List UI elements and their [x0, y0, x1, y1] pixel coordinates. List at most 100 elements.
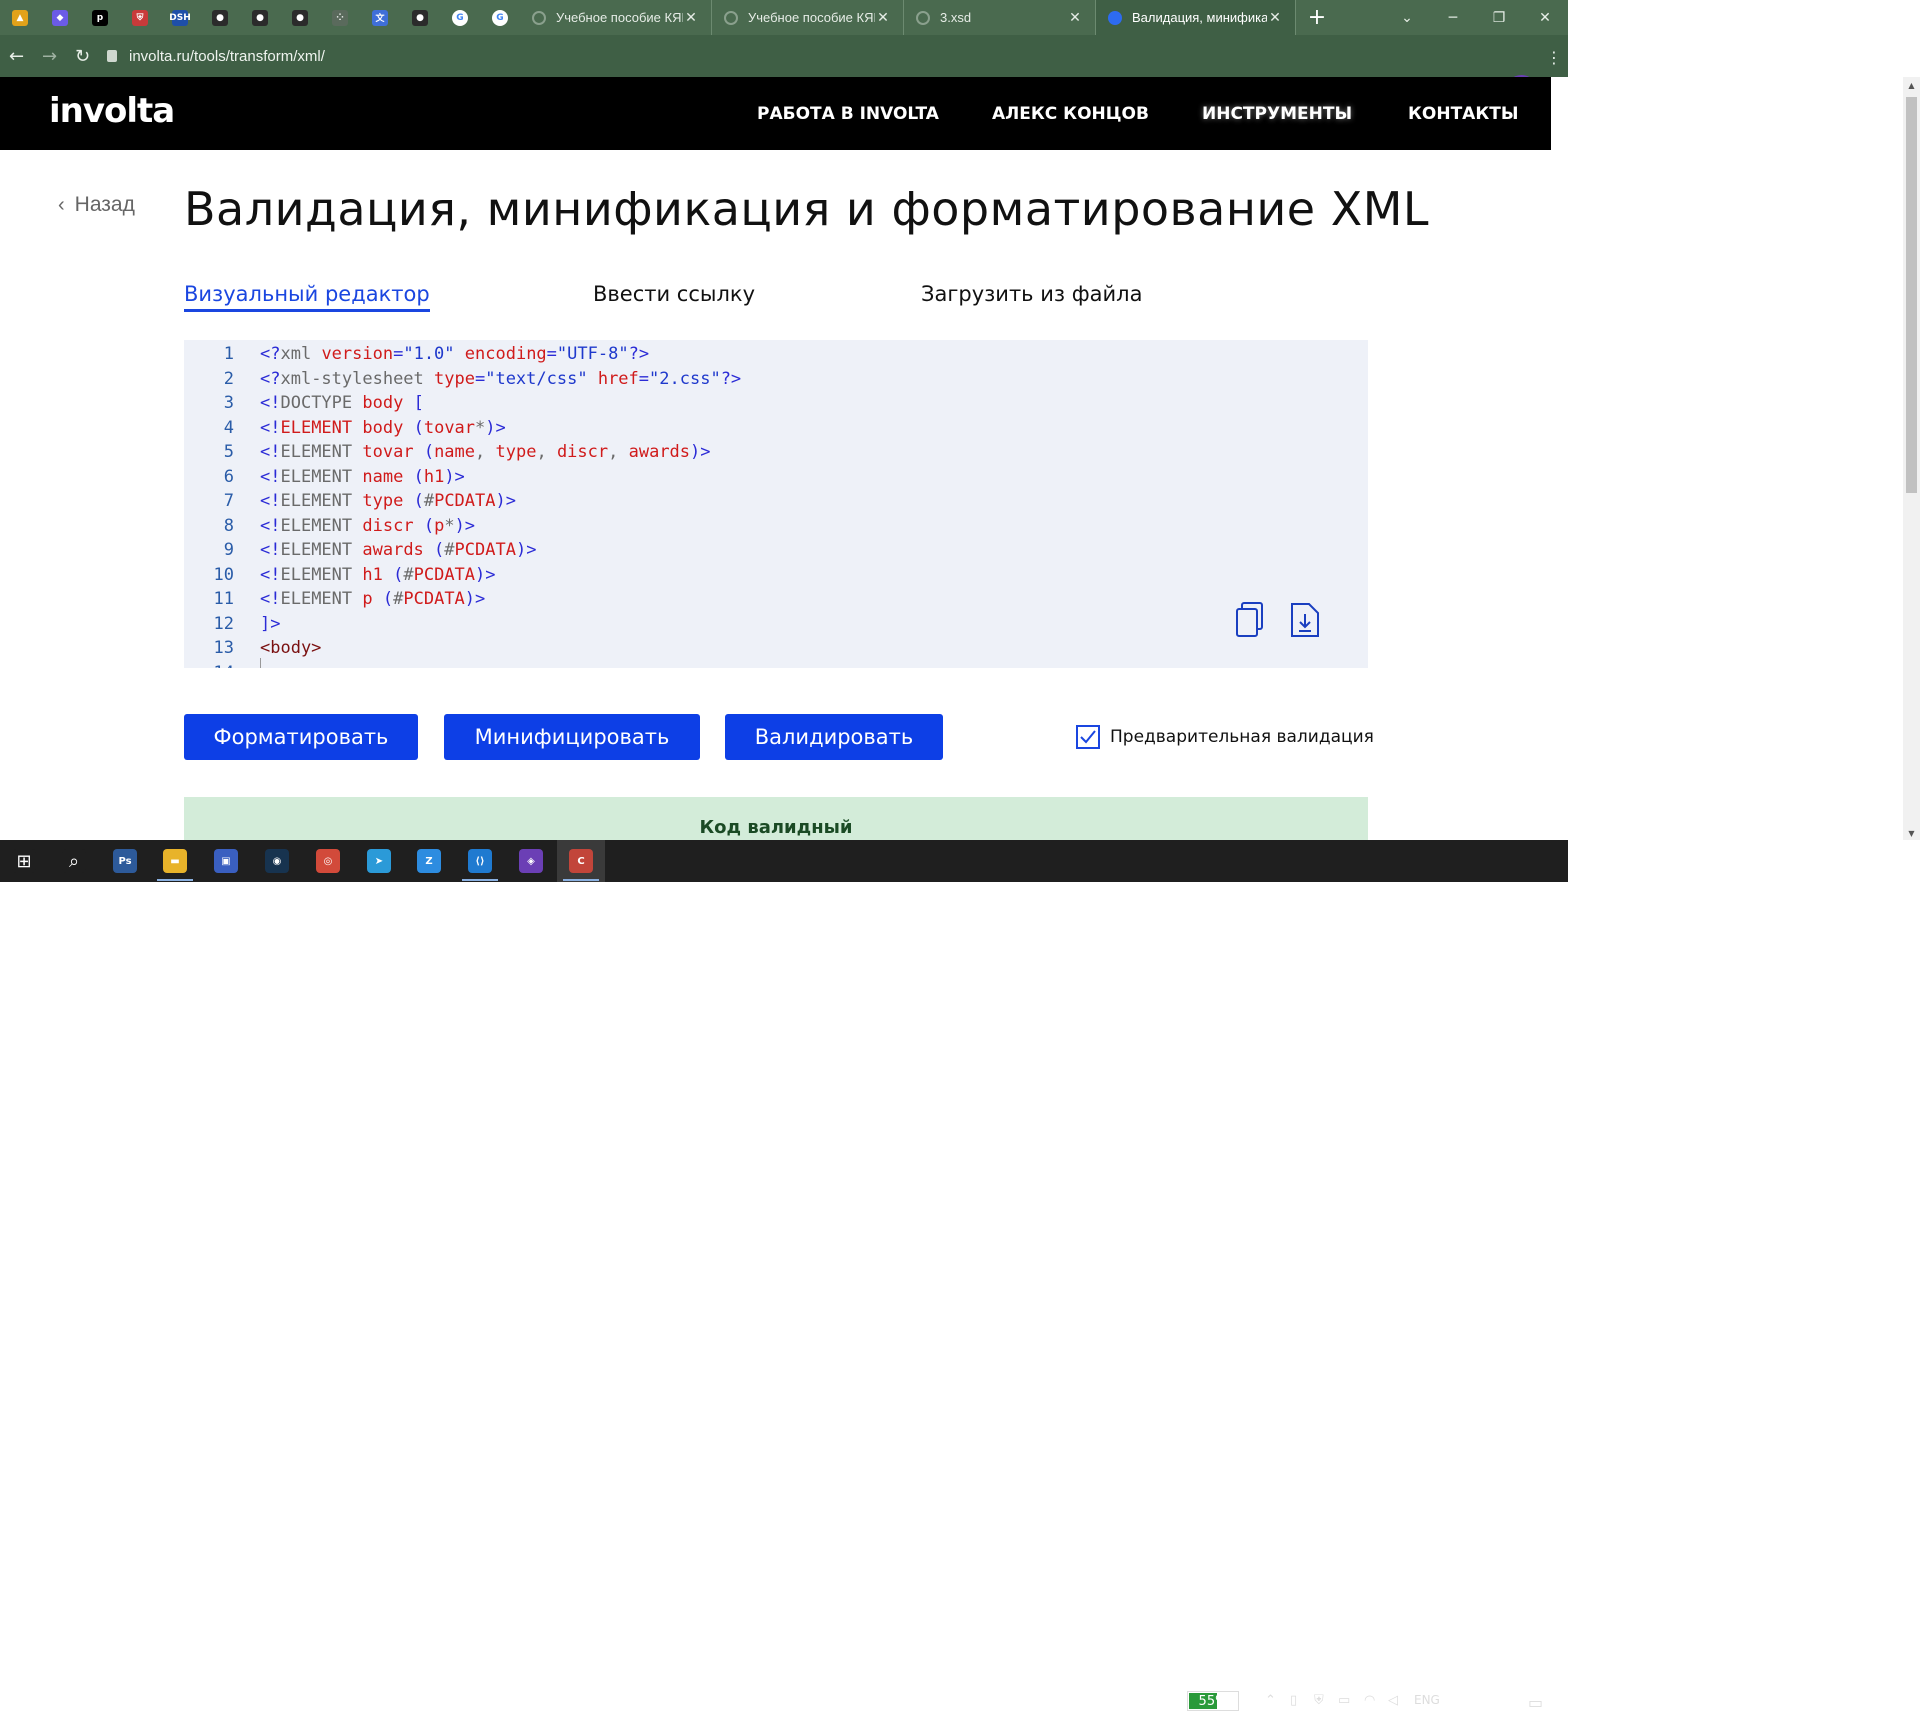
pinned-tab[interactable]: G — [440, 0, 480, 35]
browser-tab[interactable]: 3.xsd ✕ — [904, 0, 1096, 35]
nav-alex-kontsov[interactable]: АЛЕКС КОНЦОВ — [992, 104, 1149, 124]
code-token: "2.css" — [649, 368, 721, 389]
code-line[interactable]: <!ELEMENT name (h1)> — [260, 467, 465, 487]
code-line[interactable]: <!ELEMENT tovar (name, type, discr, awar… — [260, 442, 711, 462]
taskbar-app[interactable]: ◉ — [253, 840, 301, 882]
pinned-tab[interactable]: DSH — [160, 0, 200, 35]
taskbar-app[interactable]: ▬ — [151, 840, 199, 882]
pinned-tab[interactable]: ● — [200, 0, 240, 35]
back-nav-icon[interactable]: ← — [0, 40, 33, 73]
code-line[interactable]: <!ELEMENT h1 (#PCDATA)> — [260, 565, 496, 585]
github-icon: ● — [212, 9, 228, 26]
result-text: Код валидный — [699, 817, 853, 838]
nav-work-at-involta[interactable]: РАБОТА В INVOLTA — [757, 104, 939, 124]
taskbar-app[interactable]: Ps — [101, 840, 149, 882]
url-text[interactable]: involta.ru/tools/transform/xml/ — [129, 48, 325, 65]
code-line[interactable]: <?xml-stylesheet type="text/css" href="2… — [260, 369, 741, 389]
copy-icon[interactable] — [1236, 602, 1266, 638]
omnibox[interactable]: involta.ru/tools/transform/xml/ — [107, 40, 1287, 72]
close-tab-icon[interactable]: ✕ — [875, 9, 891, 26]
page-scrollbar[interactable]: ▲ ▼ — [1903, 77, 1920, 840]
validate-button[interactable]: Валидировать — [725, 714, 943, 760]
code-token: )> — [464, 589, 486, 609]
code-line[interactable]: <!ELEMENT type (#PCDATA)> — [260, 491, 516, 511]
tab-upload-file[interactable]: Загрузить из файла — [921, 282, 1142, 306]
code-token: discr — [556, 442, 609, 462]
photoshop-icon: Ps — [113, 849, 137, 873]
scroll-up-arrow-icon[interactable]: ▲ — [1903, 81, 1920, 90]
volume-icon[interactable]: ◁ — [1388, 1693, 1398, 1708]
minify-button[interactable]: Минифицировать — [444, 714, 700, 760]
code-token: PCDATA — [413, 564, 476, 585]
github-icon: ● — [252, 9, 268, 26]
scrollbar-thumb[interactable] — [1906, 97, 1917, 493]
nav-contacts[interactable]: КОНТАКТЫ — [1408, 104, 1518, 124]
site-logo[interactable]: involta — [49, 91, 175, 131]
power-battery-icon[interactable]: ▭ — [1338, 1693, 1350, 1708]
back-link[interactable]: ‹ Назад — [58, 193, 135, 217]
wifi-icon[interactable]: ◠ — [1364, 1693, 1375, 1708]
close-tab-icon[interactable]: ✕ — [683, 9, 699, 26]
notifications-icon[interactable]: ▭ — [1528, 1693, 1543, 1712]
system-clock[interactable]: 20:39 20.11.2023 — [1455, 1685, 1524, 1719]
pinned-tab[interactable]: 文 — [360, 0, 400, 35]
usb-device-icon[interactable]: ▯ — [1290, 1693, 1297, 1708]
taskbar-app[interactable]: ▣ — [202, 840, 250, 882]
browser-tab-active[interactable]: Валидация, минифика ✕ — [1096, 0, 1296, 35]
browser-menu-icon[interactable]: ⋮ — [1546, 48, 1562, 67]
pinned-tab[interactable]: p — [80, 0, 120, 35]
pinned-tab[interactable]: ⛨ — [120, 0, 160, 35]
pinned-tab[interactable]: ◆ — [40, 0, 80, 35]
taskbar-app[interactable]: ➤ — [355, 840, 403, 882]
prevalidation-label[interactable]: Предварительная валидация — [1110, 727, 1374, 747]
taskbar-app[interactable]: ◈ — [507, 840, 555, 882]
code-line[interactable]: ]> — [260, 614, 280, 634]
scroll-down-arrow-icon[interactable]: ▼ — [1903, 829, 1920, 838]
browser-tab[interactable]: Учебное пособие КЯР ✕ — [520, 0, 712, 35]
restore-icon[interactable]: ❐ — [1476, 10, 1522, 26]
pinned-tab[interactable]: ⁘ — [320, 0, 360, 35]
taskbar-app[interactable]: Z — [405, 840, 453, 882]
code-line[interactable]: <!ELEMENT body (tovar*)> — [260, 418, 506, 438]
close-tab-icon[interactable]: ✕ — [1267, 9, 1283, 26]
code-line[interactable]: <!DOCTYPE body [ — [260, 393, 424, 413]
taskbar-app[interactable]: ⌕ — [50, 840, 98, 882]
close-window-icon[interactable]: ✕ — [1522, 10, 1568, 26]
pinned-tab[interactable]: ● — [240, 0, 280, 35]
close-tab-icon[interactable]: ✕ — [1067, 9, 1083, 26]
telegram-icon: ➤ — [367, 849, 391, 873]
pinned-tab[interactable]: ● — [280, 0, 320, 35]
pinned-tab[interactable]: ▲ — [0, 0, 40, 35]
code-line[interactable]: <!ELEMENT p (#PCDATA)> — [260, 589, 485, 609]
pinned-tab[interactable]: ● — [400, 0, 440, 35]
prevalidation-checkbox[interactable] — [1076, 725, 1100, 749]
code-editor[interactable]: 1 <?xml version="1.0" encoding="UTF-8"?> 2… — [184, 340, 1368, 668]
show-hidden-icons-chevron-icon[interactable]: ⌃ — [1265, 1693, 1276, 1708]
tab-title: Учебное пособие КЯР — [748, 10, 875, 25]
pinned-tab[interactable]: G — [480, 0, 520, 35]
site-info-lock-icon[interactable] — [107, 50, 117, 62]
format-button[interactable]: Форматировать — [184, 714, 418, 760]
taskbar-app[interactable]: С — [557, 840, 605, 882]
tab-search-chevron-icon[interactable]: ⌄ — [1384, 10, 1430, 26]
code-token: )> — [444, 466, 465, 487]
new-tab-button[interactable]: + — [1302, 5, 1332, 30]
taskbar-app[interactable]: ⊞ — [0, 840, 48, 882]
taskbar-app[interactable]: ⟨⟩ — [456, 840, 504, 882]
nav-tools[interactable]: ИНСТРУМЕНТЫ — [1202, 104, 1352, 124]
battery-indicator[interactable]: 55% — [1187, 1691, 1239, 1711]
tab-enter-link[interactable]: Ввести ссылку — [593, 282, 755, 306]
download-file-icon[interactable] — [1290, 602, 1320, 638]
tab-visual-editor[interactable]: Визуальный редактор — [184, 282, 430, 312]
code-line[interactable]: <!ELEMENT awards (#PCDATA)> — [260, 540, 536, 560]
code-line[interactable]: <?xml version="1.0" encoding="UTF-8"?> — [260, 344, 649, 364]
forward-nav-icon[interactable]: → — [33, 40, 66, 73]
taskbar-app[interactable]: ◎ — [304, 840, 352, 882]
minimize-icon[interactable]: ─ — [1430, 10, 1476, 26]
code-line[interactable]: <!ELEMENT discr (p*)> — [260, 516, 475, 536]
reload-icon[interactable]: ↻ — [66, 40, 99, 73]
security-shield-icon[interactable]: ⛨ — [1314, 1693, 1324, 1708]
input-language[interactable]: ENG — [1414, 1693, 1440, 1707]
code-line[interactable]: <body> — [260, 638, 321, 658]
browser-tab[interactable]: Учебное пособие КЯР ✕ — [712, 0, 904, 35]
